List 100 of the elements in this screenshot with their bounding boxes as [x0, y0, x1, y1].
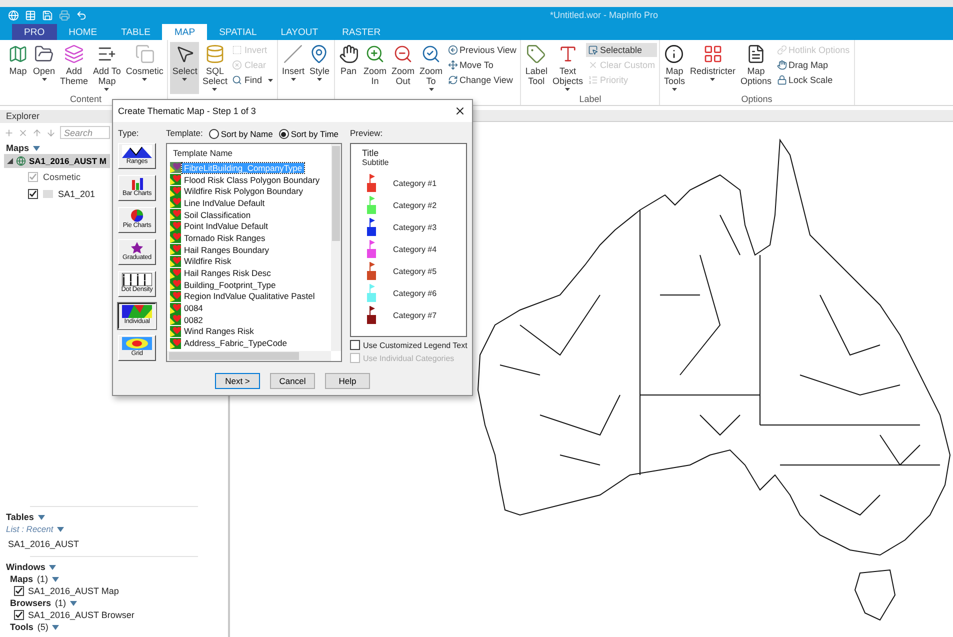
template-item[interactable]: Region IndValue Qualitative Pastel [182, 291, 317, 302]
map-item[interactable]: SA1_2016_AUST M [4, 154, 110, 168]
template-item[interactable]: Point IndValue Default [182, 221, 270, 232]
ribbon-button[interactable]: Zoom Out [390, 42, 417, 94]
ribbon-button[interactable]: Cosmetic [124, 42, 166, 94]
template-item[interactable]: 0084 [182, 303, 205, 314]
ribbon-button[interactable]: Find [230, 73, 275, 87]
ribbon-button[interactable]: Pan [336, 42, 360, 94]
sort-radio[interactable]: Sort by Time [278, 129, 339, 139]
table-name[interactable]: SA1_2016_AUST [8, 538, 80, 548]
ribbon-button[interactable]: SQL Select [200, 42, 230, 94]
ribbon-button[interactable]: Label Tool [523, 42, 550, 94]
app-logo-icon[interactable] [8, 10, 19, 21]
pointer-icon [174, 44, 195, 64]
arrow-up-icon[interactable] [32, 128, 42, 138]
template-item[interactable]: Hail Ranges Boundary [182, 244, 272, 255]
close-icon[interactable] [18, 128, 28, 138]
template-item[interactable]: 0082 [182, 314, 205, 325]
zoom-out-icon [393, 44, 414, 64]
template-item[interactable]: Flood Risk Class Polygon Boundary [182, 174, 322, 185]
check-icon [29, 172, 37, 180]
layers-icon [64, 44, 84, 64]
ribbon-button[interactable]: Style [307, 42, 332, 94]
template-item[interactable]: Soil Classification [182, 210, 253, 220]
zoom-in-icon [365, 44, 385, 64]
template-item[interactable]: Wildfire Risk [182, 256, 234, 266]
caret-icon [290, 78, 296, 81]
window-name[interactable]: SA1_2016_AUST Browser [28, 610, 134, 620]
ribbon-button[interactable]: Drag Map [774, 58, 852, 72]
ribbon-button[interactable]: Select [170, 42, 200, 94]
group-label: Options [740, 94, 774, 105]
map-pin-icon [309, 44, 330, 64]
ribbon-button[interactable]: Map Tools [662, 42, 687, 94]
expand-icon[interactable] [7, 158, 13, 164]
folder-icon [34, 44, 54, 64]
ribbon-button[interactable]: Add To Map [91, 42, 123, 94]
horizontal-scrollbar[interactable] [167, 351, 331, 361]
dialog-button[interactable]: Help [325, 373, 370, 389]
ribbon-button[interactable]: Zoom To [418, 42, 445, 94]
ribbon-button[interactable]: Change View [446, 73, 518, 87]
checkbox[interactable] [350, 340, 360, 350]
dialog-button[interactable]: Next > [215, 373, 260, 389]
ribbon-button[interactable]: Text Objects [550, 42, 585, 94]
checkbox[interactable] [28, 188, 38, 198]
preview-label: Preview: [350, 128, 384, 140]
caret-icon [710, 78, 716, 81]
plus-icon[interactable] [4, 128, 14, 138]
template-item[interactable]: Line IndValue Default [182, 198, 267, 208]
template-item[interactable]: Wind Ranges Risk [182, 326, 256, 336]
section-title: Windows [6, 562, 46, 572]
ribbon-button[interactable]: Selectable [586, 43, 657, 57]
template-item[interactable]: Wildfire Risk Polygon Boundary [182, 186, 306, 196]
list-mode-label[interactable]: List : Recent [6, 524, 54, 534]
table-icon[interactable] [25, 10, 36, 21]
checkbox[interactable] [14, 610, 24, 620]
ribbon-button[interactable]: Insert [280, 42, 306, 94]
check-icon [15, 611, 23, 619]
line-icon [283, 44, 304, 64]
group-label: Label [578, 94, 602, 105]
search-field[interactable]: Search [60, 126, 110, 139]
vertical-scrollbar[interactable] [331, 144, 341, 351]
ribbon-button[interactable]: Map [6, 42, 30, 94]
window-title: *Untitled.wor - MapInfo Pro [550, 10, 658, 20]
ribbon-button[interactable]: Add Theme [58, 42, 90, 94]
undo-icon[interactable] [76, 10, 87, 21]
sort-radio[interactable]: Sort by Name [208, 129, 273, 139]
ribbon-button[interactable]: Zoom In [362, 42, 389, 94]
ribbon-button[interactable]: Redistricter [688, 42, 738, 94]
close-button[interactable] [454, 105, 466, 117]
template-item[interactable]: Building_Footprint_Type [182, 280, 278, 290]
arrow-down-icon[interactable] [46, 128, 56, 138]
layer-icon [43, 190, 53, 198]
caret-icon [104, 88, 110, 91]
legend-label: Category #1 [393, 178, 437, 188]
hand-icon [338, 44, 358, 64]
legend-title: Title [362, 148, 380, 158]
checkbox[interactable] [14, 586, 24, 596]
caret-icon [672, 88, 677, 91]
triangle-down-icon [57, 526, 64, 532]
ribbon-tab[interactable]: PRO [12, 24, 57, 40]
ribbon-button[interactable]: Lock Scale [774, 73, 852, 87]
legend-label: Category #3 [393, 222, 437, 232]
ribbon-button[interactable]: Open [31, 42, 58, 94]
type-label: Type: [118, 128, 140, 140]
layer-name[interactable]: SA1_201 [58, 188, 96, 198]
template-item[interactable]: Tornado Risk Ranges [182, 232, 268, 243]
ribbon-button[interactable]: Move To [446, 58, 518, 72]
dialog-button[interactable]: Cancel [270, 373, 315, 389]
count-label: (1) [55, 598, 66, 608]
window-name[interactable]: SA1_2016_AUST Map [28, 586, 119, 596]
ribbon-tab[interactable]: MAP [162, 24, 208, 40]
ribbon-button[interactable]: Map Options [738, 42, 774, 94]
info-icon [664, 44, 684, 64]
template-item[interactable]: Hail Ranges Risk Desc [182, 268, 273, 278]
template-item[interactable]: Address_Fabric_TypeCode [182, 338, 290, 348]
legend-label: Category #5 [393, 266, 437, 276]
printer-icon[interactable] [59, 10, 70, 21]
ranges-icon [122, 145, 152, 158]
ribbon-button[interactable]: Previous View [446, 43, 518, 57]
save-icon[interactable] [42, 10, 53, 21]
